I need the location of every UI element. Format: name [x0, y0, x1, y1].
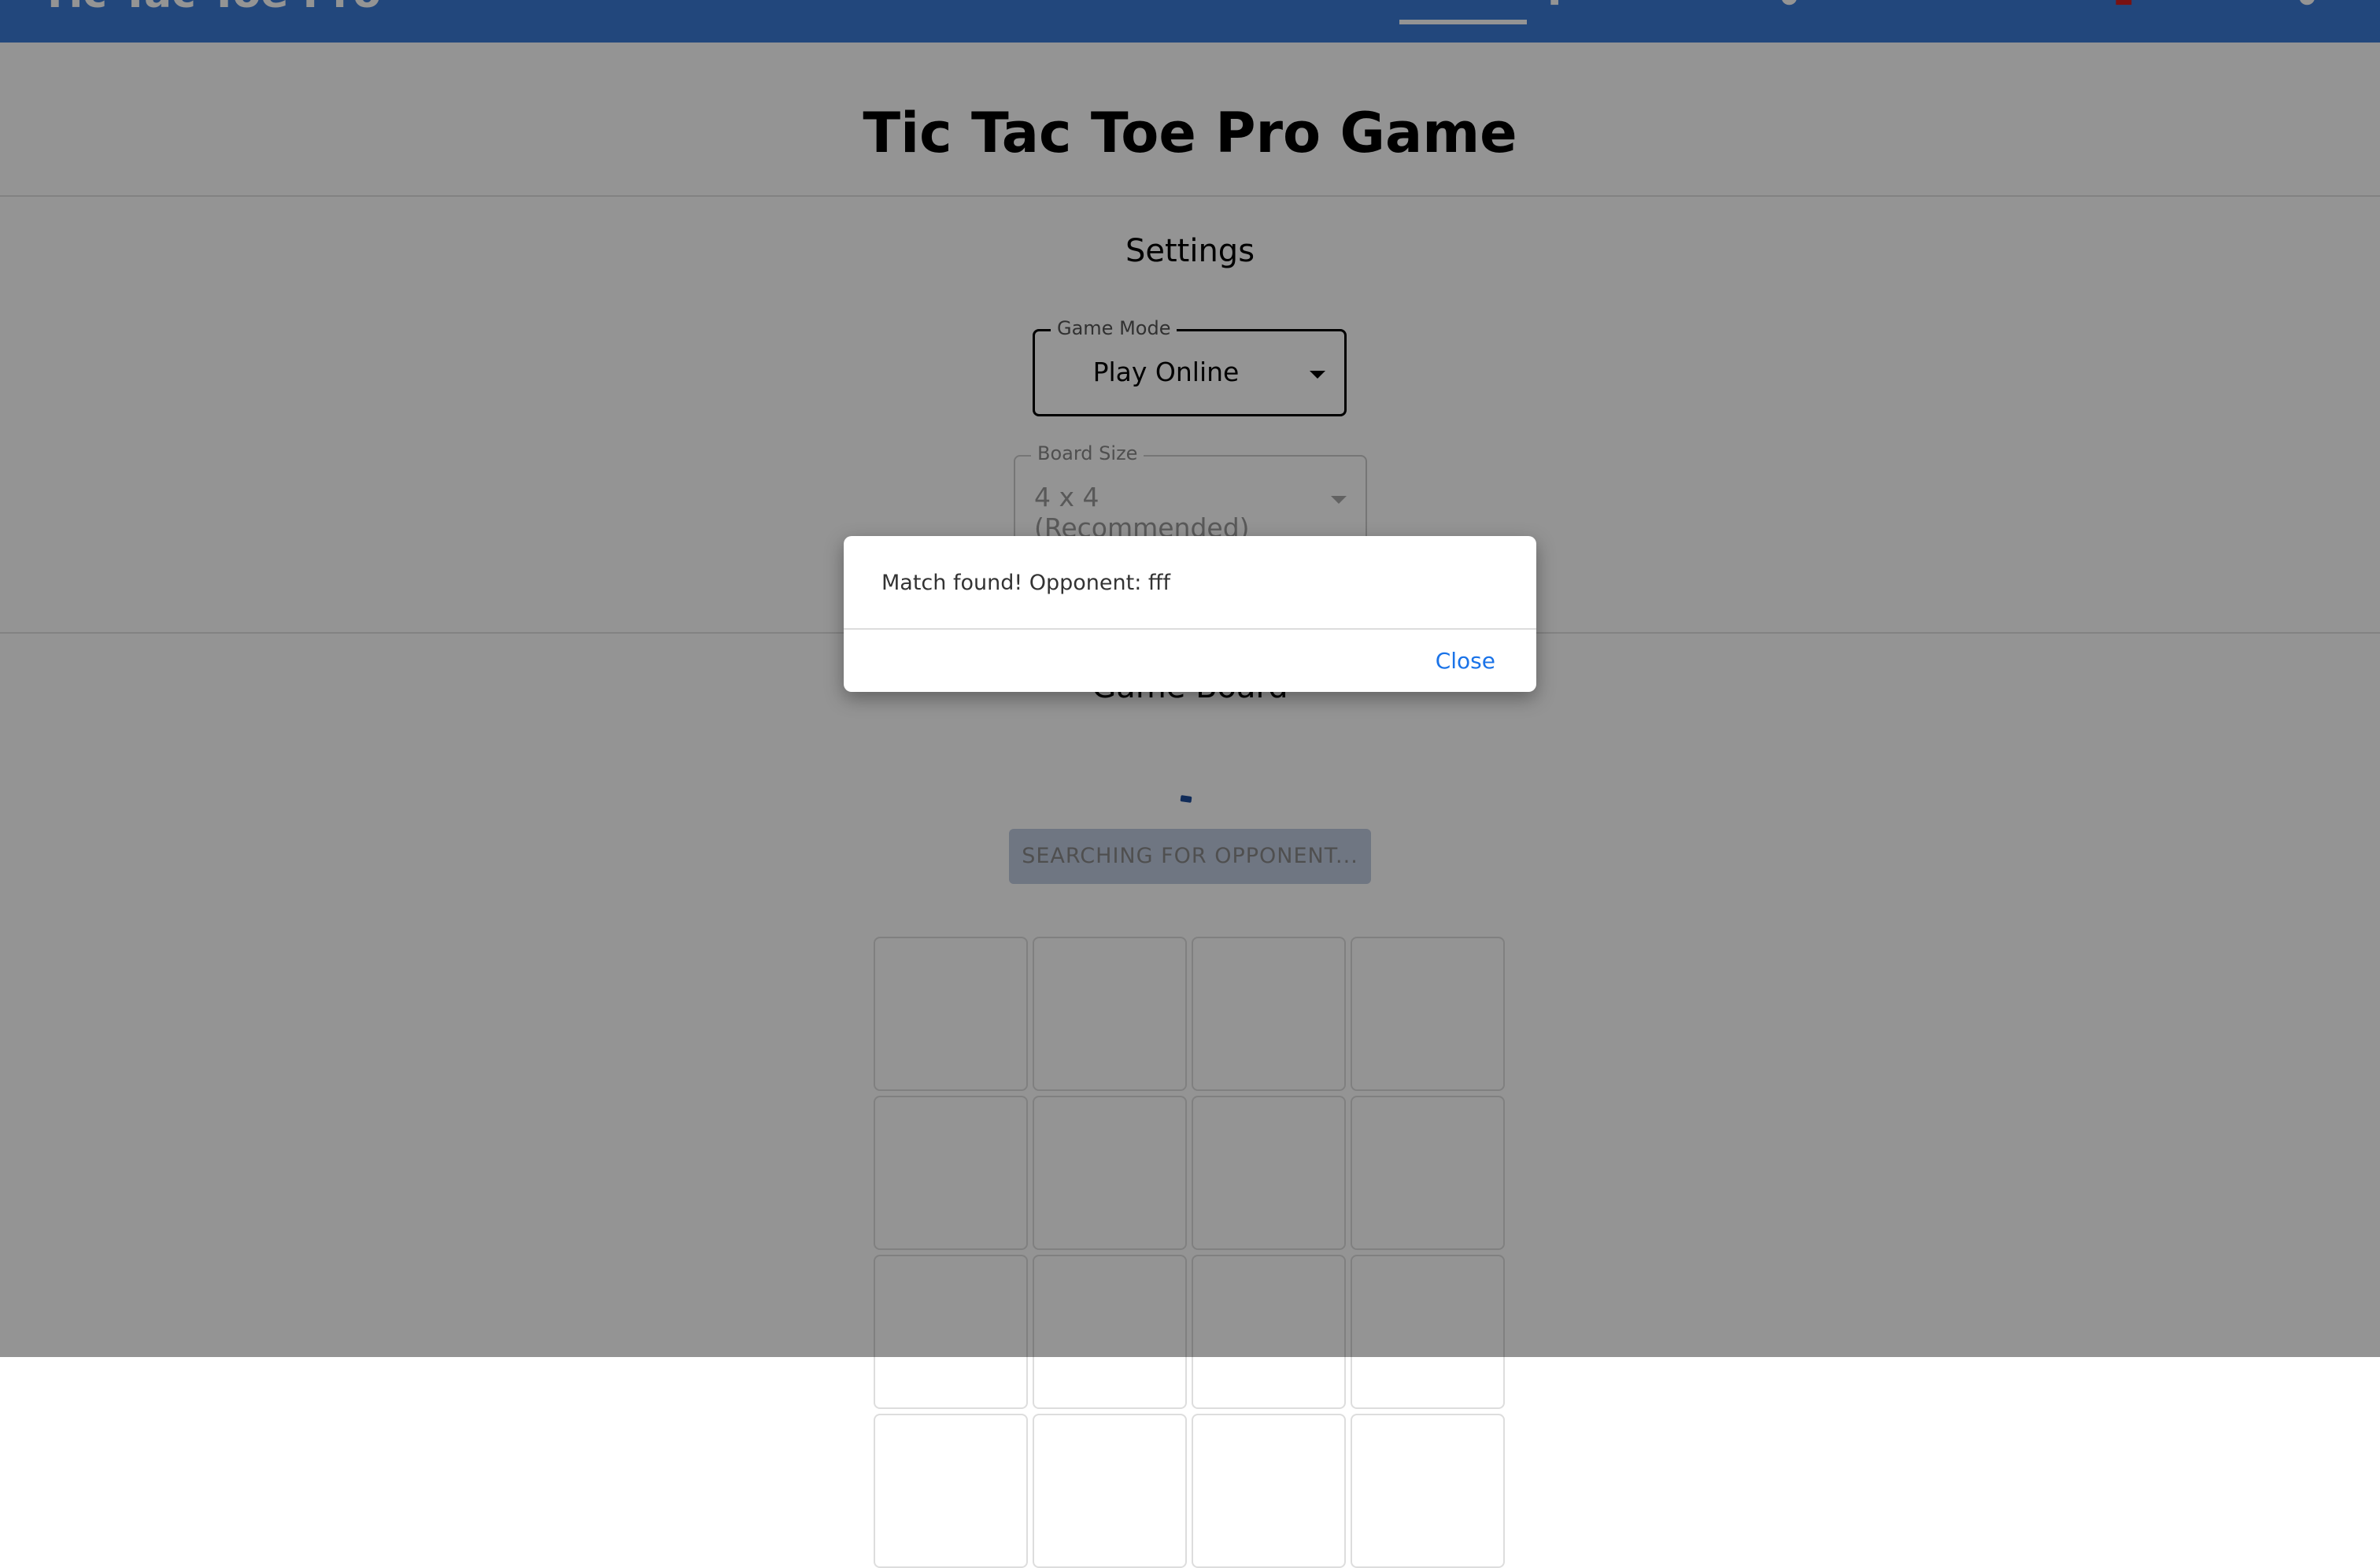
board-cell[interactable] [1192, 1414, 1346, 1568]
board-cell[interactable] [1033, 1414, 1187, 1568]
board-cell[interactable] [1351, 1414, 1505, 1568]
close-button[interactable]: Close [1436, 648, 1495, 674]
dialog-message: Match found! Opponent: fff [881, 571, 1171, 595]
match-found-dialog: Match found! Opponent: fff Close [844, 536, 1536, 692]
board-cell[interactable] [874, 1414, 1028, 1568]
dialog-divider [844, 628, 1536, 630]
